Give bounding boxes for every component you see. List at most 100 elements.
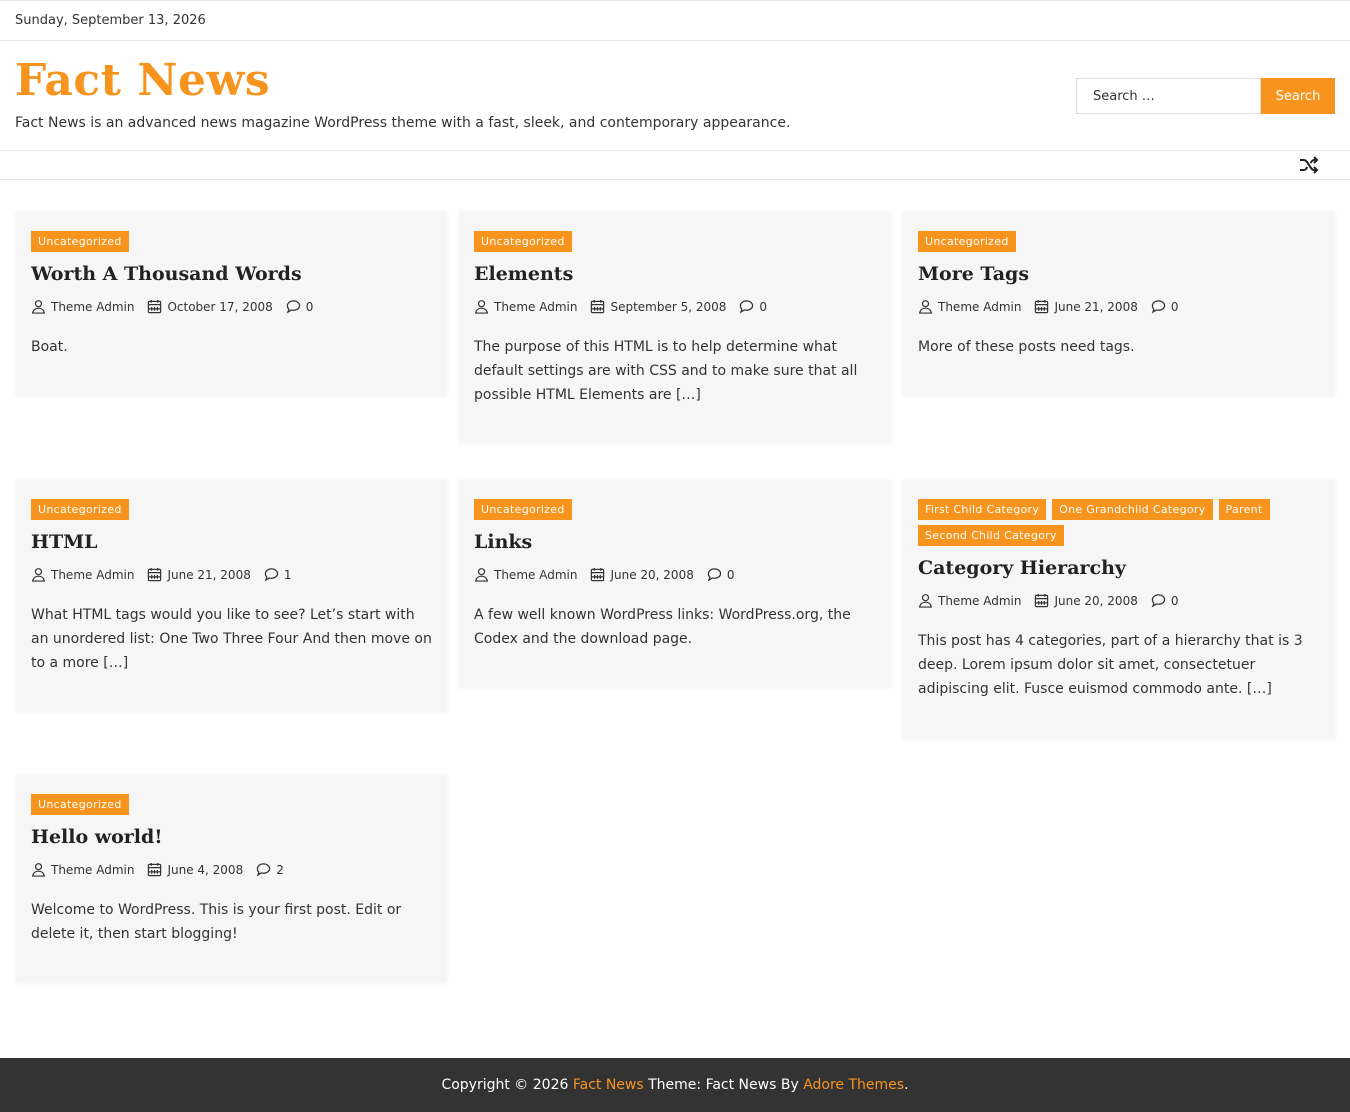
post-comments[interactable]: 0 [286, 299, 314, 314]
footer-site-link[interactable]: Fact News [573, 1077, 644, 1093]
post-card: First Child Category One Grandchild Cate… [903, 480, 1335, 739]
user-icon [474, 568, 489, 582]
footer-copyright: Copyright © 2026 [441, 1077, 573, 1093]
post-categories: Uncategorized [31, 499, 432, 520]
calendar-icon [591, 299, 605, 314]
calendar-icon [148, 862, 162, 877]
category-badge[interactable]: Uncategorized [31, 499, 129, 520]
post-meta: Theme Admin September 5, 2008 0 [474, 299, 876, 314]
post-author[interactable]: Theme Admin [918, 593, 1021, 608]
shuffle-icon[interactable] [1299, 156, 1319, 174]
category-badge[interactable]: Parent [1218, 499, 1270, 520]
search-input[interactable] [1076, 78, 1261, 114]
category-badge[interactable]: Uncategorized [31, 231, 129, 252]
calendar-icon [591, 567, 605, 582]
post-title[interactable]: Hello world! [31, 826, 432, 848]
post-date[interactable]: June 21, 2008 [1034, 299, 1138, 314]
post-title[interactable]: Elements [474, 263, 876, 285]
top-bar: Sunday, September 13, 2026 [0, 0, 1350, 41]
post-date[interactable]: June 4, 2008 [147, 862, 243, 877]
post-date-text: June 21, 2008 [167, 567, 251, 582]
category-badge[interactable]: Uncategorized [474, 231, 572, 252]
post-date[interactable]: June 21, 2008 [147, 567, 251, 582]
post-date[interactable]: June 20, 2008 [590, 567, 694, 582]
comment-icon [286, 300, 300, 314]
post-title[interactable]: HTML [31, 531, 432, 553]
post-excerpt: This post has 4 categories, part of a hi… [918, 633, 1303, 697]
category-badge[interactable]: Uncategorized [474, 499, 572, 520]
post-date[interactable]: September 5, 2008 [590, 299, 726, 314]
post-categories: Uncategorized [31, 231, 432, 252]
post-excerpt: What HTML tags would you like to see? Le… [31, 607, 432, 671]
post-meta: Theme Admin June 20, 2008 0 [474, 567, 876, 582]
post-card: Uncategorized Worth A Thousand Words The… [16, 212, 447, 396]
comment-count: 1 [283, 567, 292, 582]
post-title[interactable]: Worth A Thousand Words [31, 263, 432, 285]
comment-count: 0 [1170, 299, 1179, 314]
comment-icon [1151, 300, 1166, 314]
user-icon [31, 300, 46, 314]
category-badge[interactable]: Uncategorized [31, 794, 129, 815]
footer-theme-author-link[interactable]: Adore Themes [803, 1077, 904, 1093]
main-navigation [0, 151, 1350, 180]
post-title[interactable]: More Tags [918, 263, 1320, 285]
user-icon [31, 568, 46, 582]
site-tagline: Fact News is an advanced news magazine W… [15, 115, 791, 131]
post-meta: Theme Admin June 20, 2008 0 [918, 593, 1320, 608]
post-comments[interactable]: 0 [1151, 593, 1178, 608]
post-date-text: June 20, 2008 [610, 567, 694, 582]
calendar-icon [148, 299, 162, 314]
post-excerpt: The purpose of this HTML is to help dete… [474, 339, 858, 403]
calendar-icon [1035, 299, 1049, 314]
post-comments[interactable]: 0 [707, 567, 734, 582]
comment-icon [707, 568, 722, 582]
post-author-name: Theme Admin [51, 862, 135, 877]
post-excerpt: Welcome to WordPress. This is your first… [31, 902, 402, 942]
post-author-name: Theme Admin [51, 567, 135, 582]
post-date[interactable]: June 20, 2008 [1034, 593, 1138, 608]
post-comments[interactable]: 2 [256, 862, 284, 877]
calendar-icon [1035, 593, 1049, 608]
site-title[interactable]: Fact News [15, 55, 270, 106]
post-author[interactable]: Theme Admin [474, 567, 577, 582]
post-date[interactable]: October 17, 2008 [147, 299, 273, 314]
user-icon [31, 863, 46, 877]
category-badge[interactable]: Uncategorized [918, 231, 1016, 252]
post-comments[interactable]: 1 [264, 567, 292, 582]
post-date-text: October 17, 2008 [167, 299, 273, 314]
post-title[interactable]: Category Hierarchy [918, 557, 1320, 579]
post-card: Uncategorized Elements Theme Admin Septe… [459, 212, 891, 443]
category-badge[interactable]: Second Child Category [918, 525, 1064, 546]
post-excerpt: A few well known WordPress links: WordPr… [474, 607, 851, 647]
post-card: Uncategorized HTML Theme Admin June 21, … [16, 480, 447, 712]
post-author[interactable]: Theme Admin [474, 299, 577, 314]
category-badge[interactable]: One Grandchild Category [1052, 499, 1213, 520]
post-comments[interactable]: 0 [1151, 299, 1179, 314]
post-meta: Theme Admin June 21, 2008 1 [31, 567, 432, 582]
comment-icon [256, 863, 271, 877]
post-author-name: Theme Admin [494, 567, 578, 582]
search-button[interactable]: Search [1261, 78, 1335, 114]
post-categories: First Child Category One Grandchild Cate… [918, 499, 1320, 546]
post-author[interactable]: Theme Admin [918, 299, 1021, 314]
post-author[interactable]: Theme Admin [31, 862, 134, 877]
post-excerpt: More of these posts need tags. [918, 339, 1135, 355]
post-date-text: June 20, 2008 [1054, 593, 1138, 608]
post-categories: Uncategorized [31, 794, 432, 815]
comment-count: 0 [305, 299, 314, 314]
post-categories: Uncategorized [474, 231, 876, 252]
post-author-name: Theme Admin [938, 299, 1022, 314]
footer-theme-text: Theme: Fact News By [643, 1077, 804, 1093]
post-categories: Uncategorized [918, 231, 1320, 252]
post-meta: Theme Admin June 4, 2008 2 [31, 862, 432, 877]
post-author[interactable]: Theme Admin [31, 299, 134, 314]
post-date-text: September 5, 2008 [610, 299, 727, 314]
category-badge[interactable]: First Child Category [918, 499, 1047, 520]
post-author[interactable]: Theme Admin [31, 567, 134, 582]
post-author-name: Theme Admin [494, 299, 578, 314]
post-excerpt: Boat. [31, 339, 68, 355]
comment-icon [264, 568, 279, 582]
post-title[interactable]: Links [474, 531, 876, 553]
site-footer: Copyright © 2026 Fact News Theme: Fact N… [0, 1058, 1350, 1112]
post-comments[interactable]: 0 [739, 299, 767, 314]
